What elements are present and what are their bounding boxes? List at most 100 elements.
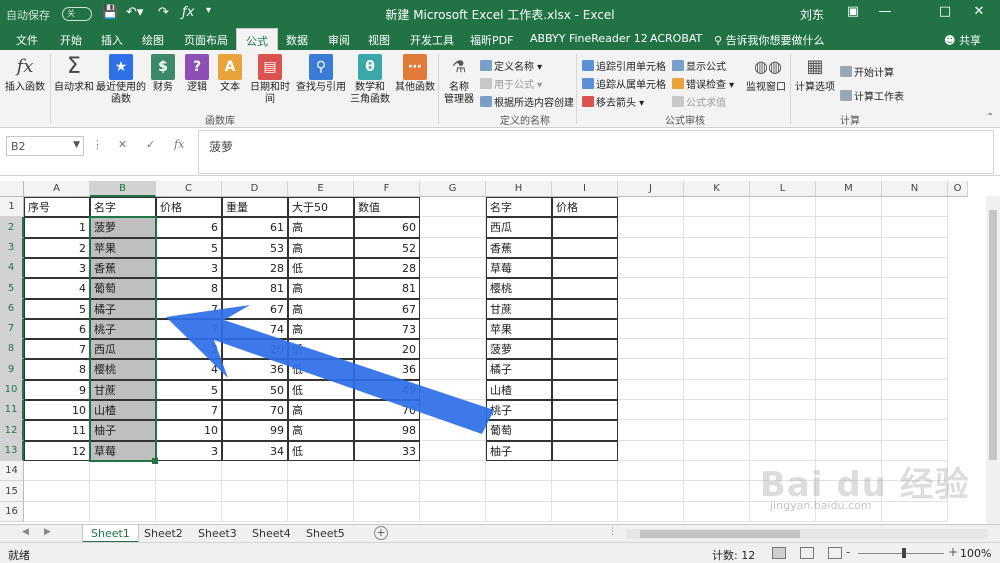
- table2-header-cell[interactable]: 名字: [486, 197, 552, 217]
- grid-cell[interactable]: [420, 380, 486, 400]
- table-cell[interactable]: 2: [156, 339, 222, 359]
- column-header[interactable]: C: [156, 181, 222, 197]
- row-header[interactable]: 6: [0, 299, 24, 319]
- table-cell[interactable]: 8: [156, 278, 222, 299]
- column-header[interactable]: E: [288, 181, 354, 197]
- grid-cell[interactable]: [684, 481, 750, 502]
- save-icon[interactable]: 💾: [102, 5, 118, 20]
- grid-cell[interactable]: [618, 238, 684, 258]
- grid-cell[interactable]: [90, 481, 156, 502]
- grid-cell[interactable]: [816, 278, 882, 299]
- table-cell[interactable]: 50: [222, 380, 288, 400]
- grid-cell[interactable]: [420, 299, 486, 319]
- formula-input[interactable]: 菠萝: [198, 130, 994, 174]
- grid-cell[interactable]: [816, 339, 882, 359]
- page-break-view-icon[interactable]: [828, 547, 842, 559]
- table-cell[interactable]: 49: [354, 380, 420, 400]
- grid-cell[interactable]: [816, 461, 882, 481]
- grid-cell[interactable]: [882, 258, 948, 278]
- name-box[interactable]: B2 ▼: [6, 136, 84, 156]
- grid-cell[interactable]: [288, 481, 354, 502]
- maximize-icon[interactable]: □: [930, 4, 960, 19]
- table-cell[interactable]: 67: [354, 299, 420, 319]
- table2-cell[interactable]: 菠萝: [486, 339, 552, 359]
- grid-cell[interactable]: [882, 319, 948, 339]
- table-cell[interactable]: 香蕉: [90, 258, 156, 278]
- row-header[interactable]: 2: [0, 217, 24, 238]
- table-cell[interactable]: 9: [24, 380, 90, 400]
- column-header[interactable]: B: [90, 181, 156, 197]
- grid-cell[interactable]: [618, 400, 684, 420]
- grid-cell[interactable]: [750, 400, 816, 420]
- grid-cell[interactable]: [816, 420, 882, 441]
- table-cell[interactable]: 高: [288, 319, 354, 339]
- grid-cell[interactable]: [750, 299, 816, 319]
- table2-cell[interactable]: [552, 441, 618, 461]
- table-cell[interactable]: 11: [24, 420, 90, 441]
- grid-cell[interactable]: [618, 197, 684, 217]
- row-header[interactable]: 12: [0, 420, 24, 441]
- row-header[interactable]: 3: [0, 238, 24, 258]
- grid-cell[interactable]: [882, 197, 948, 217]
- table-header-cell[interactable]: 名字: [90, 197, 156, 217]
- table-header-cell[interactable]: 重量: [222, 197, 288, 217]
- user-name[interactable]: 刘东: [800, 6, 824, 23]
- table-cell[interactable]: 葡萄: [90, 278, 156, 299]
- table-cell[interactable]: 高: [288, 400, 354, 420]
- grid-cell[interactable]: [420, 359, 486, 380]
- table-cell[interactable]: 10: [156, 420, 222, 441]
- grid-cell[interactable]: [420, 217, 486, 238]
- sheet-tab-3[interactable]: Sheet3: [190, 525, 245, 543]
- grid-cell[interactable]: [354, 461, 420, 481]
- grid-cell[interactable]: [684, 278, 750, 299]
- table-cell[interactable]: 橘子: [90, 299, 156, 319]
- grid-cell[interactable]: [552, 481, 618, 502]
- grid-cell[interactable]: [618, 359, 684, 380]
- grid-cell[interactable]: [684, 319, 750, 339]
- column-header[interactable]: I: [552, 181, 618, 197]
- error-checking-button[interactable]: 错误检查 ▾: [672, 76, 734, 91]
- row-header[interactable]: 9: [0, 359, 24, 380]
- grid-cell[interactable]: [354, 502, 420, 522]
- row-header[interactable]: 7: [0, 319, 24, 339]
- grid-cell[interactable]: [882, 299, 948, 319]
- grid-cell[interactable]: [618, 217, 684, 238]
- tab-developer[interactable]: 开发工具: [410, 32, 454, 48]
- table2-cell[interactable]: 甘蔗: [486, 299, 552, 319]
- grid-cell[interactable]: [750, 278, 816, 299]
- grid-cell[interactable]: [684, 380, 750, 400]
- insert-function-qa-icon[interactable]: ƒx: [182, 5, 194, 20]
- table-cell[interactable]: 6: [156, 217, 222, 238]
- next-sheet-icon[interactable]: ▶: [44, 527, 51, 537]
- table-cell[interactable]: 61: [222, 217, 288, 238]
- table-cell[interactable]: 3: [156, 258, 222, 278]
- autosum-button[interactable]: Σ 自动求和: [54, 54, 94, 94]
- more-functions-button[interactable]: ⋯ 其他函数: [394, 54, 436, 94]
- table-cell[interactable]: 12: [24, 441, 90, 461]
- table-cell[interactable]: 81: [222, 278, 288, 299]
- tab-data[interactable]: 数据: [286, 32, 308, 48]
- split-handle-icon[interactable]: ⋮: [608, 527, 617, 537]
- grid-cell[interactable]: [882, 217, 948, 238]
- table-cell[interactable]: 菠萝: [90, 217, 156, 238]
- table2-cell[interactable]: [552, 258, 618, 278]
- table2-cell[interactable]: [552, 339, 618, 359]
- grid-cell[interactable]: [618, 420, 684, 441]
- trace-precedents-button[interactable]: 追踪引用单元格: [582, 58, 666, 73]
- table-cell[interactable]: 西瓜: [90, 339, 156, 359]
- grid-cell[interactable]: [618, 319, 684, 339]
- table-cell[interactable]: 34: [222, 441, 288, 461]
- grid-cell[interactable]: [684, 299, 750, 319]
- table-cell[interactable]: 甘蔗: [90, 380, 156, 400]
- table2-cell[interactable]: 山楂: [486, 380, 552, 400]
- grid-cell[interactable]: [750, 461, 816, 481]
- grid-cell[interactable]: [24, 502, 90, 522]
- grid-cell[interactable]: [420, 441, 486, 461]
- table-header-cell[interactable]: 数值: [354, 197, 420, 217]
- grid-cell[interactable]: [354, 481, 420, 502]
- grid-cell[interactable]: [420, 319, 486, 339]
- grid-cell[interactable]: [684, 461, 750, 481]
- table2-cell[interactable]: [552, 380, 618, 400]
- grid-cell[interactable]: [684, 400, 750, 420]
- grid-cell[interactable]: [882, 502, 948, 522]
